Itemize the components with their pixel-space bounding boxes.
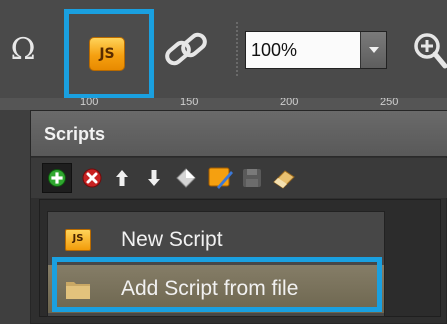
remove-icon[interactable]: [77, 163, 107, 193]
ruler-mark: 250: [380, 98, 399, 108]
disk-icon[interactable]: [237, 163, 267, 193]
menu-item-add-script-from-file[interactable]: Add Script from file: [48, 265, 384, 313]
eraser-icon[interactable]: [269, 163, 299, 193]
panel-title: Scripts: [44, 124, 106, 144]
panel-header: Scripts: [31, 111, 447, 157]
menu-item-label: Add Script from file: [121, 277, 299, 300]
zoom-value: 100%: [251, 40, 298, 60]
horizontal-ruler: 100 150 200 250: [0, 98, 447, 110]
arrow-down-icon[interactable]: [139, 163, 169, 193]
scripts-toolbar: [31, 158, 447, 198]
menu-item-label: New Script: [121, 228, 223, 251]
folder-icon: [66, 282, 90, 299]
ruler-mark: 100: [80, 98, 99, 108]
chevron-down-icon[interactable]: [360, 32, 386, 68]
ruler-mark: 200: [280, 98, 299, 108]
js-tool-button[interactable]: JS: [64, 9, 154, 99]
js-icon: JS: [65, 229, 91, 251]
ruler-mark: 150: [180, 98, 199, 108]
add-icon[interactable]: [42, 163, 72, 193]
zoom-select[interactable]: 100%: [245, 31, 387, 69]
toolbar-separator: [236, 22, 238, 78]
link-icon[interactable]: [160, 28, 212, 72]
omega-symbol-icon[interactable]: Ω: [4, 28, 42, 72]
js-edit-icon[interactable]: [205, 163, 235, 193]
arrow-up-icon[interactable]: [107, 163, 137, 193]
zoom-in-icon[interactable]: [411, 30, 447, 70]
js-icon: JS: [89, 37, 125, 71]
add-script-menu: JS New Script Add Script from file: [47, 211, 385, 317]
diamond-icon[interactable]: [171, 163, 201, 193]
main-toolbar: Ω JS 100%: [0, 0, 447, 99]
menu-item-new-script[interactable]: JS New Script: [48, 216, 384, 264]
